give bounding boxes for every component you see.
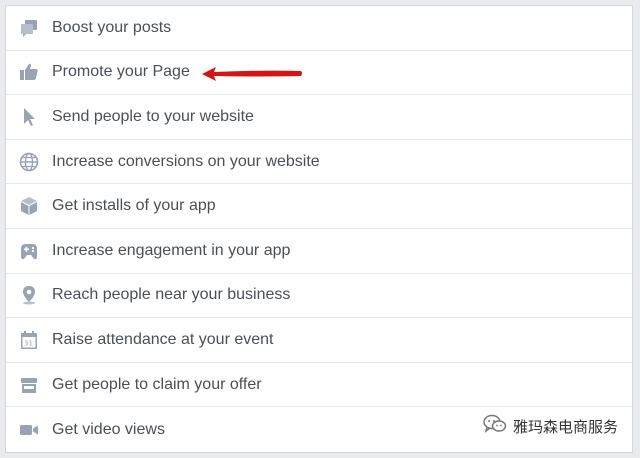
svg-text:31: 31 bbox=[24, 339, 33, 347]
watermark: 雅玛森电商服务 bbox=[483, 414, 618, 439]
objective-label: Increase conversions on your website bbox=[52, 152, 320, 170]
objectives-panel: Boost your posts Promote your Page Send … bbox=[5, 5, 633, 453]
video-camera-icon bbox=[18, 419, 40, 441]
wechat-logo-icon bbox=[483, 414, 507, 439]
objective-label: Boost your posts bbox=[52, 18, 172, 36]
objectives-list: Boost your posts Promote your Page Send … bbox=[6, 6, 632, 452]
boost-posts-icon bbox=[18, 17, 40, 39]
thumbs-up-icon bbox=[18, 61, 40, 83]
red-arrow-annotation bbox=[202, 66, 302, 81]
cursor-icon bbox=[18, 106, 40, 128]
objective-boost-posts[interactable]: Boost your posts bbox=[6, 6, 632, 51]
objective-label: Get people to claim your offer bbox=[52, 375, 262, 393]
objective-label: Promote your Page bbox=[52, 63, 190, 81]
objective-label: Raise attendance at your event bbox=[52, 330, 274, 348]
objective-label: Reach people near your business bbox=[52, 286, 291, 304]
objective-website-conversions[interactable]: Increase conversions on your website bbox=[6, 140, 632, 185]
objective-label: Send people to your website bbox=[52, 107, 254, 125]
objective-label: Increase engagement in your app bbox=[52, 241, 291, 259]
objective-promote-page[interactable]: Promote your Page bbox=[6, 51, 632, 96]
objective-label: Get video views bbox=[52, 420, 165, 438]
map-pin-icon bbox=[18, 284, 40, 306]
objective-offer-claims[interactable]: Get people to claim your offer bbox=[6, 363, 632, 408]
objective-app-engagement[interactable]: Increase engagement in your app bbox=[6, 229, 632, 274]
box-icon bbox=[18, 195, 40, 217]
watermark-text: 雅玛森电商服务 bbox=[512, 418, 618, 436]
objective-website-clicks[interactable]: Send people to your website bbox=[6, 95, 632, 140]
gamepad-icon bbox=[18, 240, 40, 262]
calendar-icon: 31 bbox=[18, 329, 40, 351]
globe-icon bbox=[18, 151, 40, 173]
objective-label: Get installs of your app bbox=[52, 197, 216, 215]
store-icon bbox=[18, 374, 40, 396]
objective-app-installs[interactable]: Get installs of your app bbox=[6, 184, 632, 229]
objective-local-awareness[interactable]: Reach people near your business bbox=[6, 274, 632, 319]
objective-event-responses[interactable]: 31 Raise attendance at your event bbox=[6, 318, 632, 363]
